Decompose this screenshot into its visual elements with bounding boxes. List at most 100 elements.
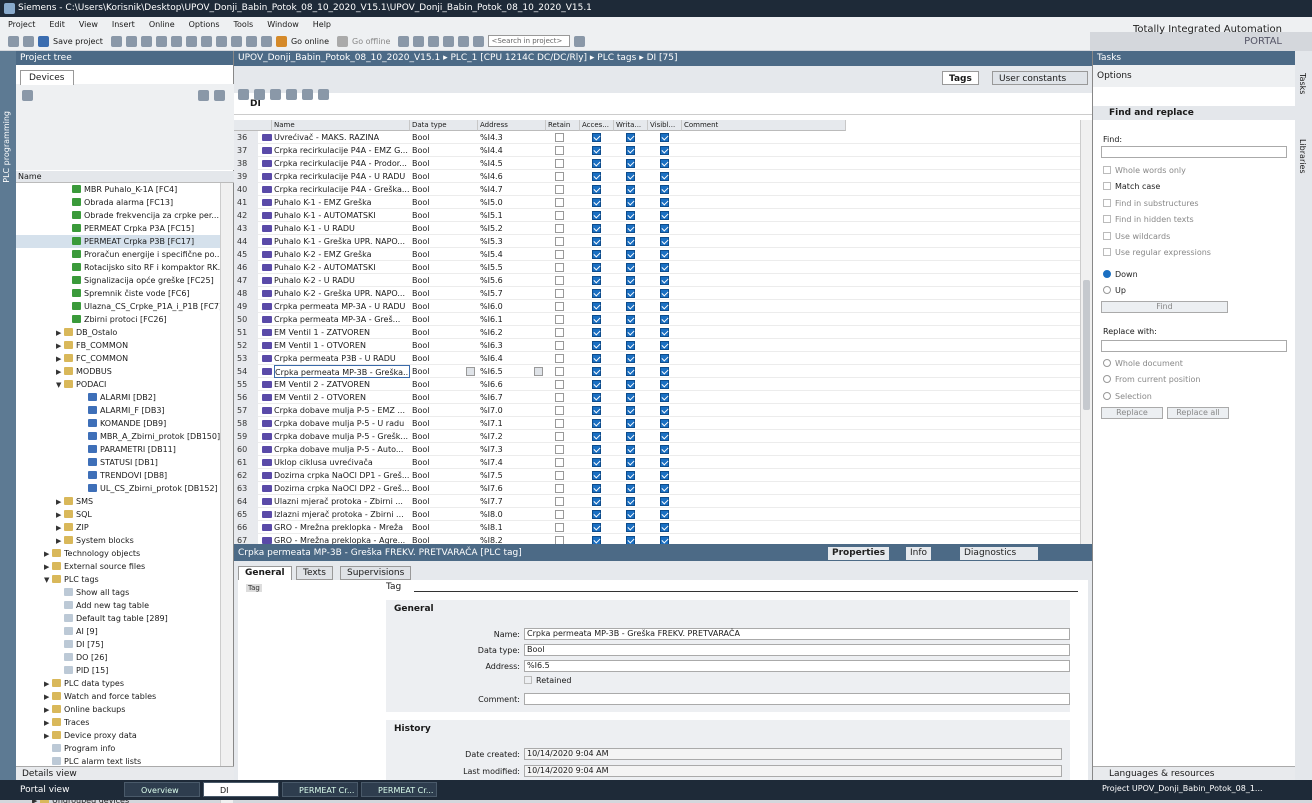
tree-item[interactable]: ▶ Watch and force tables [16,690,220,703]
visible-checkbox[interactable] [660,276,669,285]
accessible-checkbox[interactable] [592,133,601,142]
tree-item[interactable]: DO [26] [16,651,220,664]
data-type-cell[interactable]: Bool [412,430,476,443]
upload-icon[interactable] [245,35,257,47]
cut-icon[interactable] [125,35,137,47]
tree-item[interactable]: MBR Puhalo_K-1A [FC4] [16,183,220,196]
wildcards-option[interactable]: Use wildcards [1103,232,1170,241]
regex-option[interactable]: Use regular expressions [1103,248,1211,257]
tree-item[interactable]: ALARMI_F [DB3] [16,404,220,417]
address-cell[interactable]: %I7.0 [480,404,544,417]
tree-item[interactable]: ▶ Traces [16,716,220,729]
visible-checkbox[interactable] [660,211,669,220]
visible-checkbox[interactable] [660,510,669,519]
tree-item[interactable]: Default tag table [289] [16,612,220,625]
data-type-cell[interactable]: Bool [412,378,476,391]
portal-side-strip[interactable]: PLC programming [0,51,16,780]
data-type-cell[interactable]: Bool [412,456,476,469]
data-type-cell[interactable]: Bool [412,352,476,365]
tag-name-cell[interactable]: Dozirna crpka NaOCl DP1 - Greš... [274,469,410,482]
table-row[interactable]: 43 Puhalo K-1 - U RADU Bool %I5.2 [234,222,1080,235]
accessible-checkbox[interactable] [592,211,601,220]
paste-icon[interactable] [155,35,167,47]
columns-icon[interactable] [318,89,329,100]
address-cell[interactable]: %I4.4 [480,144,544,157]
monitor-icon[interactable] [286,89,297,100]
writable-checkbox[interactable] [626,172,635,181]
tree-item[interactable]: Signalizacija opće greške [FC25] [16,274,220,287]
writable-checkbox[interactable] [626,523,635,532]
table-row[interactable]: 54 Crpka permeata MP-3B - Greška... Bool %I… [234,365,1080,378]
search-icon[interactable] [574,35,586,47]
address-cell[interactable]: %I5.7 [480,287,544,300]
whole-words-checkbox[interactable] [1103,166,1111,174]
retain-checkbox[interactable] [555,302,564,311]
visible-checkbox[interactable] [660,237,669,246]
stop-cpu-icon[interactable] [428,35,440,47]
address-cell[interactable]: %I6.1 [480,313,544,326]
writable-checkbox[interactable] [626,341,635,350]
tree-item[interactable]: Proračun energije i specifične po... [16,248,220,261]
languages-resources-header[interactable]: Languages & resources [1093,766,1296,780]
retain-checkbox[interactable] [555,393,564,402]
data-type-cell[interactable]: Bool [412,131,476,144]
accessible-checkbox[interactable] [592,198,601,207]
tag-name-cell[interactable]: Crpka recirkulacije P4A - Greška... [274,183,410,196]
table-row[interactable]: 66 GRO - Mrežna preklopka - Mreža Bool %I8.… [234,521,1080,534]
menu-insert[interactable]: Insert [112,20,135,29]
accessible-checkbox[interactable] [592,367,601,376]
visible-checkbox[interactable] [660,484,669,493]
writable-checkbox[interactable] [626,289,635,298]
tag-name-cell[interactable]: Dozirna crpka NaOCl DP2 - Greš... [274,482,410,495]
tree-item[interactable]: ▶ SQL [16,508,220,521]
tree-item[interactable]: Obrade frekvencija za crpke per... [16,209,220,222]
data-type-cell[interactable]: Bool [412,287,476,300]
direction-down-option[interactable]: Down [1103,270,1138,279]
address-cell[interactable]: %I5.4 [480,248,544,261]
accessible-checkbox[interactable] [592,354,601,363]
writable-checkbox[interactable] [626,302,635,311]
accessible-checkbox[interactable] [592,328,601,337]
tree-item[interactable]: Zbirni protoci [FC26] [16,313,220,326]
menu-help[interactable]: Help [313,20,331,29]
retain-checkbox[interactable] [555,224,564,233]
tree-item[interactable]: Obrada alarma [FC13] [16,196,220,209]
filter-icon[interactable] [302,89,313,100]
address-cell[interactable]: %I6.3 [480,339,544,352]
accessible-checkbox[interactable] [592,471,601,480]
writable-checkbox[interactable] [626,497,635,506]
replace-button[interactable]: Replace [1101,407,1163,419]
retain-checkbox[interactable] [555,484,564,493]
table-row[interactable]: 65 Izlazni mjerač protoka - Zbirni ... Boo… [234,508,1080,521]
delete-icon[interactable] [170,35,182,47]
accessible-checkbox[interactable] [592,289,601,298]
portal-view-button[interactable]: Portal view [20,783,69,797]
tab-supervisions[interactable]: Supervisions [340,566,412,580]
tree-item[interactable]: TRENDOVI [DB8] [16,469,220,482]
col-address[interactable]: Address [478,120,546,131]
accessible-checkbox[interactable] [592,159,601,168]
new-project-icon[interactable] [8,35,19,47]
address-cell[interactable]: %I7.3 [480,443,544,456]
tree-scrollbar[interactable] [220,183,233,803]
save-icon[interactable] [38,35,49,47]
accessible-checkbox[interactable] [592,302,601,311]
copy-icon[interactable] [140,35,152,47]
menu-view[interactable]: View [79,20,98,29]
writable-checkbox[interactable] [626,354,635,363]
side-tab-libraries[interactable]: Libraries [1298,139,1307,174]
retain-checkbox[interactable] [555,263,564,272]
col-comment[interactable]: Comment [682,120,846,131]
writable-checkbox[interactable] [626,393,635,402]
accessible-checkbox[interactable] [592,341,601,350]
tree-item[interactable]: Spremnik čiste vode [FC6] [16,287,220,300]
table-row[interactable]: 50 Crpka permeata MP-3A - Greš... Bool %I6.… [234,313,1080,326]
tag-name-cell[interactable]: Puhalo K-1 - Greška UPR. NAPO... [274,235,410,248]
retain-checkbox[interactable] [555,237,564,246]
tree-item[interactable]: ▶ External source files [16,560,220,573]
tree-item[interactable]: ▼ PODACI [16,378,220,391]
visible-checkbox[interactable] [660,172,669,181]
writable-checkbox[interactable] [626,159,635,168]
tag-name-cell[interactable]: EM Ventil 2 - OTVOREN [274,391,410,404]
writable-checkbox[interactable] [626,263,635,272]
